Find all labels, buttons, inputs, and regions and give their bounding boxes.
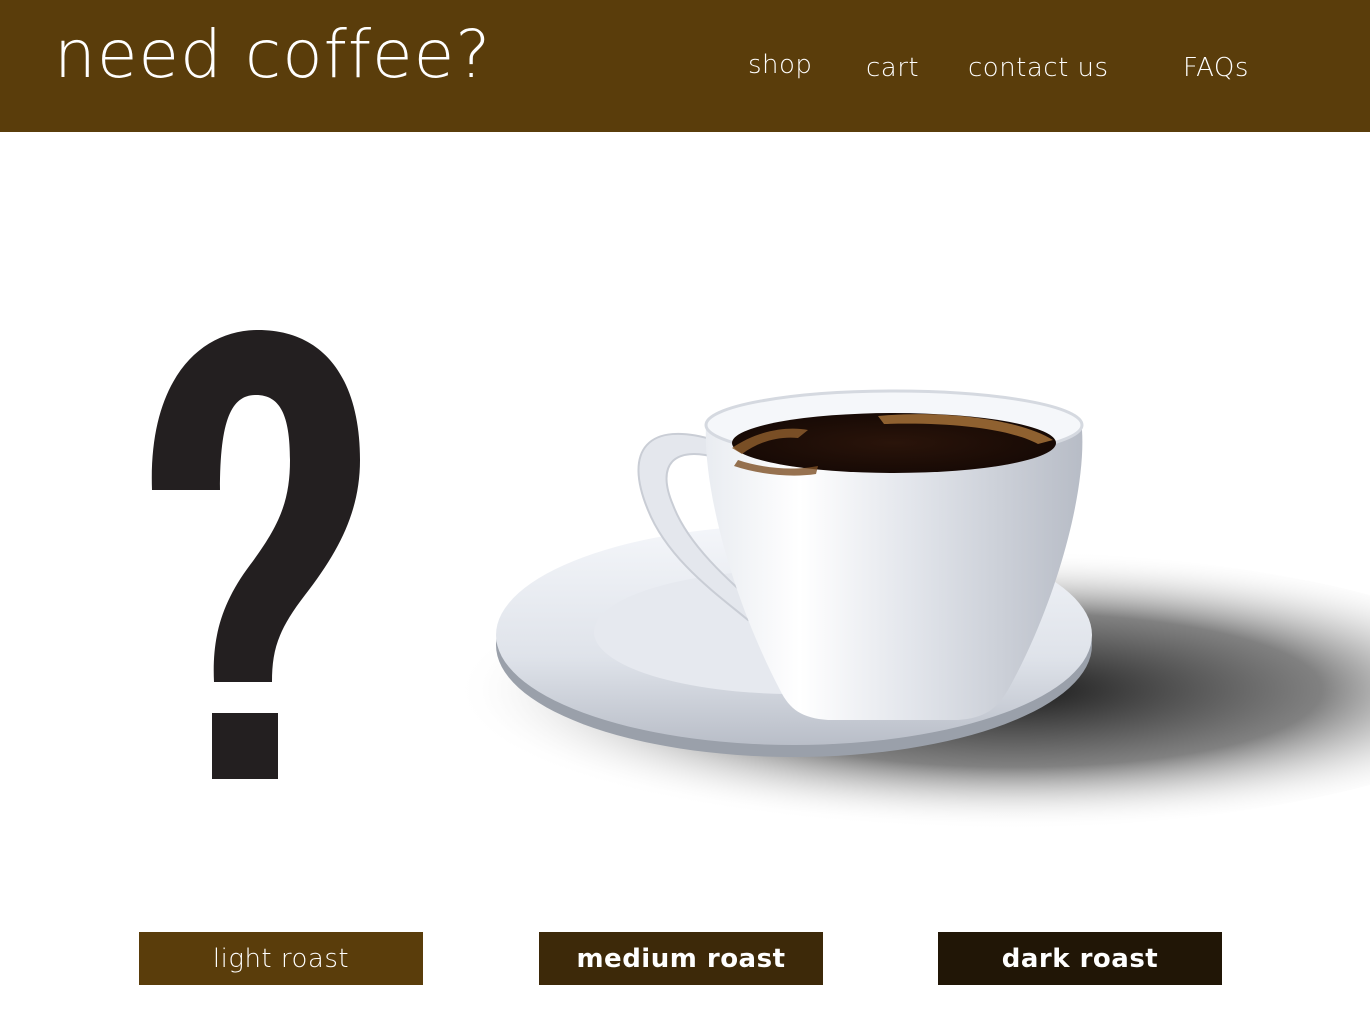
medium-roast-button[interactable]: medium roast xyxy=(539,932,823,985)
coffee-cup-illustration xyxy=(398,389,1370,830)
nav-contact-link[interactable]: contact us xyxy=(968,55,1109,81)
nav-cart-link[interactable]: cart xyxy=(866,55,919,81)
light-roast-button[interactable]: light roast xyxy=(139,932,423,985)
nav-faqs-link[interactable]: FAQs xyxy=(1183,55,1249,81)
nav-shop-link[interactable]: shop xyxy=(748,52,812,78)
question-mark-graphic xyxy=(151,330,360,779)
site-header: need coffee? shop cart contact us FAQs xyxy=(0,0,1370,132)
dark-roast-button[interactable]: dark roast xyxy=(938,932,1222,985)
site-logo[interactable]: need coffee? xyxy=(54,22,491,88)
page: need coffee? shop cart contact us FAQs l… xyxy=(0,0,1370,1030)
